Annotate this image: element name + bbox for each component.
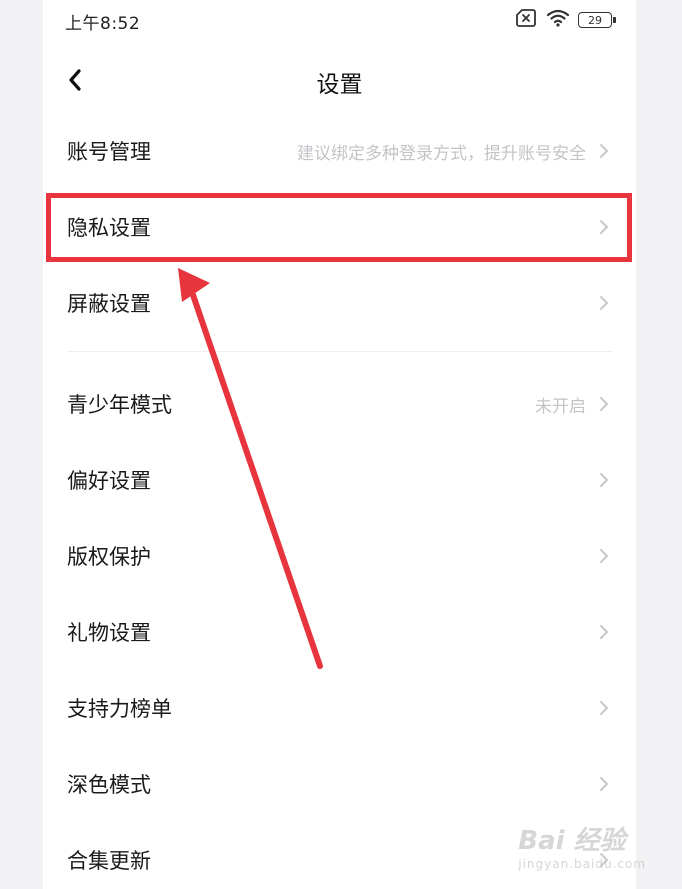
row-label: 青少年模式 [67,393,172,417]
status-icons: 29 [516,9,616,31]
chevron-right-icon [598,623,610,641]
settings-row-teen-mode[interactable]: 青少年模式 未开启 [43,366,636,442]
settings-row-account[interactable]: 账号管理 建议绑定多种登录方式，提升账号安全 [43,113,636,189]
settings-row-copyright[interactable]: 版权保护 [43,518,636,594]
row-value: 建议绑定多种登录方式，提升账号安全 [297,143,586,164]
battery-level: 29 [588,13,602,27]
row-label: 支持力榜单 [67,697,172,721]
settings-group-1: 账号管理 建议绑定多种登录方式，提升账号安全隐私设置屏蔽设置 [43,113,636,341]
row-label: 偏好设置 [67,469,151,493]
row-label: 屏蔽设置 [67,292,151,316]
chevron-right-icon [598,547,610,565]
group-divider [67,351,612,352]
settings-row-dark-mode[interactable]: 深色模式 [43,746,636,822]
page-title: 设置 [316,72,363,98]
settings-row-support-rank[interactable]: 支持力榜单 [43,670,636,746]
row-label: 礼物设置 [67,621,151,645]
row-label: 深色模式 [67,773,151,797]
chevron-right-icon [598,142,610,160]
row-label: 合集更新 [67,849,151,873]
chevron-right-icon [598,294,610,312]
settings-row-gift[interactable]: 礼物设置 [43,594,636,670]
settings-row-collection-update[interactable]: 合集更新 [43,822,636,889]
chevron-right-icon [598,699,610,717]
settings-row-block[interactable]: 屏蔽设置 [43,265,636,341]
row-label: 隐私设置 [67,216,151,240]
row-label: 版权保护 [67,545,151,569]
status-bar: 上午8:52 29 [43,0,636,40]
settings-list: 账号管理 建议绑定多种登录方式，提升账号安全隐私设置屏蔽设置 青少年模式 未开启偏好… [43,113,636,889]
row-label: 账号管理 [67,140,151,164]
wifi-icon [546,9,570,31]
chevron-right-icon [598,471,610,489]
chevron-right-icon [598,218,610,236]
chevron-right-icon [598,851,610,869]
settings-row-preferences[interactable]: 偏好设置 [43,442,636,518]
settings-group-2: 青少年模式 未开启偏好设置版权保护礼物设置支持力榜单深色模式合集更新 [43,366,636,889]
no-sim-icon [516,9,538,31]
status-time: 上午8:52 [65,14,141,34]
chevron-right-icon [598,775,610,793]
settings-row-privacy[interactable]: 隐私设置 [43,189,636,265]
row-value: 未开启 [535,396,586,417]
battery-icon: 29 [578,12,616,28]
settings-screen: 上午8:52 29 设置 账号管理 建议绑定多种登录方式，提升账号安全 隐私设置… [43,0,636,889]
chevron-right-icon [598,395,610,413]
nav-bar: 设置 [43,50,636,110]
